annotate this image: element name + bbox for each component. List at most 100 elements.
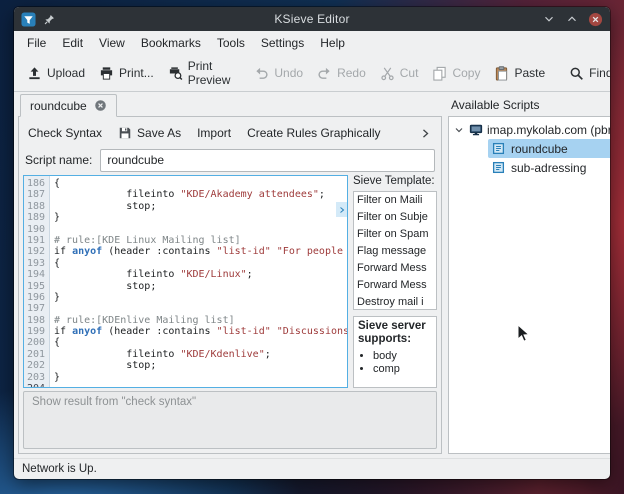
- code-token: ;: [247, 269, 253, 280]
- code-line: fileinto "KDE/Linux";: [54, 269, 347, 280]
- tree-children: roundcube sub-adressing: [452, 139, 610, 177]
- undo-button[interactable]: Undo: [247, 62, 310, 85]
- expander-chevron-icon[interactable]: [453, 124, 465, 136]
- copy-icon: [432, 66, 447, 81]
- code-line: fileinto "KDE/Akademy attendees";: [54, 189, 347, 200]
- available-scripts-title: Available Scripts: [448, 94, 610, 116]
- menu-help[interactable]: Help: [312, 33, 353, 53]
- tab-close-icon[interactable]: [94, 99, 107, 112]
- template-item[interactable]: Filter on Subje: [354, 209, 436, 226]
- minimize-button[interactable]: [542, 12, 556, 26]
- editor-middle-row: 1861871881891901911921931941951961971981…: [23, 175, 437, 388]
- redo-button[interactable]: Redo: [310, 62, 373, 85]
- cut-label: Cut: [400, 66, 419, 80]
- code-token: if: [54, 326, 72, 337]
- template-item[interactable]: Destroy mail i: [354, 294, 436, 310]
- menu-settings[interactable]: Settings: [253, 33, 312, 53]
- menu-file[interactable]: File: [19, 33, 54, 53]
- code-line: fileinto "KDE/Kdenlive";: [54, 349, 347, 360]
- line-number: 202: [24, 360, 45, 371]
- paste-button[interactable]: Paste: [487, 62, 552, 85]
- line-number: 192: [24, 246, 45, 257]
- print-button[interactable]: Print...: [92, 62, 161, 85]
- upload-button[interactable]: Upload: [20, 62, 92, 85]
- code-token: (header :contains: [102, 326, 216, 337]
- code-token: "For people usin: [277, 246, 347, 257]
- template-column: Sieve Template: Filter on MailiFilter on…: [353, 175, 437, 388]
- tab-roundcube[interactable]: roundcube: [20, 94, 117, 117]
- code-line: [54, 303, 347, 314]
- redo-label: Redo: [337, 66, 366, 80]
- code-line: {: [54, 178, 347, 189]
- tab-content-frame: Check Syntax Save As Import Create Rules…: [18, 116, 442, 454]
- scripts-tree[interactable]: imap.mykolab.com (pbro… roundcube sub-adr…: [448, 116, 610, 454]
- undo-label: Undo: [274, 66, 303, 80]
- code-token: }: [54, 212, 60, 223]
- code-token: "list-id": [217, 326, 271, 337]
- menu-edit[interactable]: Edit: [54, 33, 91, 53]
- tree-item-roundcube[interactable]: roundcube: [488, 139, 610, 158]
- find-icon: [569, 66, 584, 81]
- template-item[interactable]: Filter on Maili: [354, 192, 436, 209]
- server-label: imap.mykolab.com (pbro…: [487, 123, 610, 137]
- menu-view[interactable]: View: [91, 33, 133, 53]
- template-item[interactable]: Forward Mess: [354, 277, 436, 294]
- template-item[interactable]: Forward Mess: [354, 260, 436, 277]
- code-token: anyof: [72, 246, 102, 257]
- script-name-input[interactable]: [100, 149, 435, 172]
- tree-item-sub-adressing[interactable]: sub-adressing: [488, 158, 610, 177]
- save-as-label: Save As: [137, 126, 181, 140]
- server-supports-label: Sieve server supports:: [358, 320, 432, 346]
- code-area[interactable]: { fileinto "KDE/Akademy attendees"; stop…: [50, 176, 347, 387]
- check-syntax-button[interactable]: Check Syntax: [28, 126, 102, 140]
- ksieve-editor-window: KSieve Editor FileEditViewBookmarksTools…: [14, 7, 610, 479]
- code-token: # rule:[KDE Linux Mailing list]: [54, 235, 241, 246]
- pin-icon[interactable]: [43, 13, 56, 26]
- tab-label: roundcube: [30, 99, 87, 113]
- menu-bookmarks[interactable]: Bookmarks: [133, 33, 209, 53]
- desktop-background: KSieve Editor FileEditViewBookmarksTools…: [0, 0, 624, 494]
- line-number: 193: [24, 258, 45, 269]
- save-as-button[interactable]: Save As: [118, 126, 181, 140]
- code-line: stop;: [54, 360, 347, 371]
- find-button[interactable]: Find...: [562, 62, 610, 85]
- code-line: stop;: [54, 281, 347, 292]
- line-number: 204: [24, 383, 45, 388]
- paste-label: Paste: [514, 66, 545, 80]
- editor-pane: roundcube Check Syntax Save As Import Cr…: [18, 94, 442, 454]
- cut-button[interactable]: Cut: [373, 62, 426, 85]
- script-item-label: roundcube: [511, 142, 568, 156]
- scroll-right-indicator[interactable]: [336, 202, 347, 217]
- code-token: (header :contains: [102, 246, 216, 257]
- close-button[interactable]: [588, 12, 603, 27]
- menu-tools[interactable]: Tools: [209, 33, 253, 53]
- code-line: if anyof (header :contains "list-id" "Fo…: [54, 246, 347, 257]
- menubar: FileEditViewBookmarksToolsSettingsHelp: [14, 31, 610, 55]
- find-label: Find...: [589, 66, 610, 80]
- code-token: "KDE/Linux": [180, 269, 246, 280]
- titlebar[interactable]: KSieve Editor: [14, 7, 610, 31]
- tab-bar: roundcube: [18, 94, 442, 116]
- upload-label: Upload: [47, 66, 85, 80]
- line-number: 198: [24, 315, 45, 326]
- titlebar-left: [21, 12, 141, 27]
- code-token: "KDE/Akademy attendees": [180, 189, 318, 200]
- code-line: [54, 383, 347, 387]
- template-item[interactable]: Filter on Spam: [354, 226, 436, 243]
- code-editor[interactable]: 1861871881891901911921931941951961971981…: [23, 175, 348, 388]
- line-number: 201: [24, 349, 45, 360]
- template-item[interactable]: Flag message: [354, 243, 436, 260]
- print-preview-button[interactable]: Print Preview: [161, 55, 238, 91]
- create-rules-button[interactable]: Create Rules Graphically: [247, 126, 380, 140]
- syntax-result-placeholder: Show result from "check syntax": [32, 396, 196, 408]
- import-button[interactable]: Import: [197, 126, 231, 140]
- save-icon: [118, 126, 132, 140]
- script-item-label: sub-adressing: [511, 161, 586, 175]
- tree-root-server[interactable]: imap.mykolab.com (pbro…: [452, 120, 610, 139]
- main-content: roundcube Check Syntax Save As Import Cr…: [14, 92, 610, 458]
- print-preview-label: Print Preview: [188, 59, 231, 87]
- undo-icon: [254, 66, 269, 81]
- toolbar-overflow-chevron-icon[interactable]: [419, 127, 432, 140]
- copy-button[interactable]: Copy: [425, 62, 487, 85]
- maximize-button[interactable]: [565, 12, 579, 26]
